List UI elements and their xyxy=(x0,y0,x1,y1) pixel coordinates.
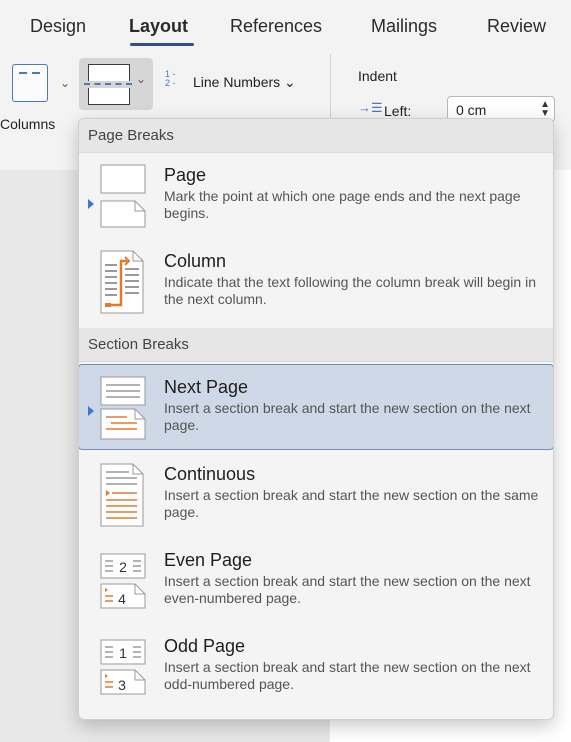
menu-item-description: Indicate that the text following the col… xyxy=(164,274,536,307)
menu-item-title: Column xyxy=(164,251,227,271)
menu-item-continuous[interactable]: Continuous Insert a section break and st… xyxy=(79,452,553,538)
columns-chevron-down-icon[interactable]: ⌄ xyxy=(60,76,70,90)
menu-item-title: Continuous xyxy=(164,464,256,484)
menu-item-title: Page xyxy=(164,165,207,185)
break-marker-icon xyxy=(88,199,94,209)
section-breaks-header: Section Breaks xyxy=(79,328,553,362)
line-numbers-button[interactable]: Line Numbers ⌄ xyxy=(193,74,296,91)
menu-item-title: Odd Page xyxy=(164,636,246,656)
menu-item-even-page[interactable]: 2 4 Even Page Insert a section break and… xyxy=(79,538,553,624)
breaks-icon xyxy=(88,64,130,81)
breaks-chevron-down-icon: ⌄ xyxy=(136,72,147,86)
tab-mailings[interactable]: Mailings xyxy=(371,16,437,37)
next-page-break-icon xyxy=(100,376,146,440)
odd-page-break-icon: 1 3 xyxy=(100,639,146,695)
tab-review[interactable]: Review xyxy=(487,16,546,37)
indent-left-icon: →☰ xyxy=(358,100,383,115)
menu-item-column[interactable]: Column Indicate that the text following … xyxy=(79,239,553,325)
indent-label: Indent xyxy=(358,68,397,84)
menu-item-description: Insert a section break and start the new… xyxy=(164,487,539,520)
tab-layout[interactable]: Layout xyxy=(129,16,188,37)
menu-item-description: Mark the point at which one page ends an… xyxy=(164,188,521,221)
indent-left-stepper[interactable]: ▲ ▼ xyxy=(540,100,550,119)
tab-references[interactable]: References xyxy=(230,16,322,37)
breaks-button[interactable]: ⌄ xyxy=(79,58,153,110)
menu-item-description: Insert a section break and start the new… xyxy=(164,659,531,692)
breaks-menu: Page Breaks Page Mark the point at which… xyxy=(78,118,554,720)
indent-left-label: Left: xyxy=(384,103,412,119)
menu-item-description: Insert a section break and start the new… xyxy=(164,573,531,606)
column-break-icon xyxy=(100,250,144,314)
menu-item-page[interactable]: Page Mark the point at which one page en… xyxy=(79,153,553,239)
even-page-break-icon: 2 4 xyxy=(100,553,146,609)
svg-text:3: 3 xyxy=(118,677,126,693)
menu-item-title: Even Page xyxy=(164,550,253,570)
svg-text:1: 1 xyxy=(119,645,127,661)
menu-item-title: Next Page xyxy=(164,377,249,397)
continuous-break-icon xyxy=(100,463,144,527)
columns-label: Columns xyxy=(0,116,56,132)
tab-design[interactable]: Design xyxy=(30,16,86,37)
page-breaks-header: Page Breaks xyxy=(79,119,553,153)
menu-item-description: Insert a section break and start the new… xyxy=(164,400,531,433)
columns-button[interactable] xyxy=(12,64,48,102)
svg-text:4: 4 xyxy=(118,591,126,607)
svg-text:2: 2 xyxy=(119,559,127,575)
menu-item-next-page[interactable]: Next Page Insert a section break and sta… xyxy=(79,364,553,450)
line-numbers-icon: 1 -2 - xyxy=(165,69,176,88)
ribbon-tabs: Design Layout References Mailings Review xyxy=(0,0,571,50)
page-break-icon xyxy=(100,164,146,228)
break-marker-icon xyxy=(88,406,94,416)
active-tab-indicator xyxy=(130,43,194,46)
menu-item-odd-page[interactable]: 1 3 Odd Page Insert a section break and … xyxy=(79,624,553,710)
columns-icon xyxy=(19,72,27,94)
